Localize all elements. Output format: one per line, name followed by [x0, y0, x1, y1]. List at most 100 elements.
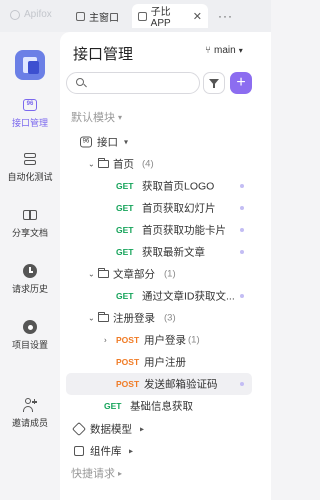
tab-label: 子比APP — [150, 7, 171, 29]
apifox-logo-icon — [10, 9, 20, 20]
folder-icon — [98, 158, 109, 168]
method-badge: GET — [116, 181, 134, 191]
tree-folder[interactable]: ⌄ 首页 (4) — [66, 153, 252, 175]
method-badge: GET — [116, 203, 134, 213]
search-field[interactable] — [89, 76, 189, 90]
status-dot — [240, 382, 244, 386]
method-badge: GET — [104, 401, 122, 411]
folder-name: 注册登录 — [113, 312, 155, 325]
sidebar-item-automated-testing[interactable]: 自动化测试 — [0, 152, 60, 183]
status-dot — [240, 184, 244, 188]
book-icon — [23, 208, 37, 222]
api-badge-icon: 96 — [80, 136, 92, 148]
api-name: 用户注册 — [144, 356, 186, 369]
sidebar-item-share-docs[interactable]: 分享文档 — [0, 208, 60, 239]
sidebar-rail: 96 接口管理 自动化测试 分享文档 请求历史 项目设置 邀请成员 — [0, 32, 60, 500]
tab-bar: Apifox 主窗口 子比APP ✕ ··· — [0, 0, 271, 32]
clock-icon — [23, 264, 37, 278]
api-item[interactable]: GET 获取首页LOGO — [66, 175, 252, 197]
api-name: 首页获取幻灯片 — [142, 202, 216, 215]
section-label: 快捷请求 — [71, 468, 115, 480]
item-count: (4) — [142, 158, 154, 170]
method-badge: POST — [116, 379, 140, 389]
default-module-selector[interactable]: 默认模块 ▾ — [71, 109, 122, 125]
folder-icon — [98, 268, 109, 278]
api-name: 用户登录 — [144, 334, 186, 347]
search-icon — [76, 78, 84, 86]
quick-request-section[interactable]: 快捷请求 ▸ — [71, 465, 122, 481]
chevron-down-icon: ⌄ — [88, 159, 95, 169]
method-badge: GET — [116, 225, 134, 235]
file-icon — [138, 11, 147, 21]
tree-root[interactable]: 96 接口 ▾ — [66, 131, 252, 153]
api-name: 发送邮箱验证码 — [144, 378, 218, 391]
add-button[interactable]: + — [230, 72, 252, 94]
chevron-down-icon: ▾ — [118, 112, 123, 122]
chevron-down-icon: ▾ — [124, 137, 129, 147]
api-item[interactable]: GET 首页获取功能卡片 — [66, 219, 252, 241]
chevron-right-icon: ▸ — [140, 424, 145, 434]
api-item[interactable]: GET 获取最新文章 — [66, 241, 252, 263]
more-tabs-button[interactable]: ··· — [218, 9, 233, 23]
tab-label: 主窗口 — [89, 12, 119, 24]
sidebar-item-request-history[interactable]: 请求历史 — [0, 264, 60, 295]
sidebar-item-invite-members[interactable]: 邀请成员 — [0, 398, 60, 429]
sidebar-item-project-settings[interactable]: 项目设置 — [0, 320, 60, 351]
item-count: (1) — [164, 268, 176, 280]
branch-name: main — [214, 45, 236, 56]
chevron-right-icon: ▸ — [118, 468, 123, 478]
sidebar-item-label: 自动化测试 — [7, 172, 53, 182]
search-input[interactable] — [66, 72, 200, 94]
method-badge: GET — [116, 247, 134, 257]
api-name: 基础信息获取 — [130, 400, 193, 413]
branch-selector[interactable]: ⑂ main ▾ — [205, 45, 243, 56]
chevron-down-icon: ▾ — [238, 46, 243, 55]
chevron-right-icon: ▸ — [129, 446, 134, 456]
sidebar-item-label: 项目设置 — [11, 340, 48, 350]
tree-folder[interactable]: ⌄ 文章部分 (1) — [66, 263, 252, 285]
api-badge-icon: 96 — [23, 98, 37, 112]
api-item-selected[interactable]: POST 发送邮箱验证码 — [66, 373, 252, 395]
api-name: 首页获取功能卡片 — [142, 224, 226, 237]
status-dot — [240, 294, 244, 298]
component-icon — [74, 446, 84, 456]
tree-root-label: 接口 — [97, 136, 118, 149]
sidebar-item-api-management[interactable]: 96 接口管理 — [0, 98, 60, 129]
api-group[interactable]: › POST 用户登录 (1) — [66, 329, 252, 351]
close-icon[interactable]: ✕ — [193, 10, 202, 23]
tab-project[interactable]: 子比APP ✕ — [132, 4, 208, 29]
api-item[interactable]: GET 通过文章ID获取文... — [66, 285, 252, 307]
tab-main-window[interactable]: 主窗口 — [76, 6, 119, 26]
tree-folder[interactable]: ⌄ 注册登录 (3) — [66, 307, 252, 329]
project-icon-shape — [28, 61, 39, 74]
cube-icon — [71, 421, 87, 437]
section-label: 数据模型 — [90, 423, 132, 436]
sidebar-item-label: 请求历史 — [11, 284, 48, 294]
status-dot — [240, 206, 244, 210]
api-name: 获取最新文章 — [142, 246, 205, 259]
api-name: 获取首页LOGO — [142, 180, 215, 193]
api-panel: 接口管理 ⑂ main ▾ + 默认模块 ▾ 96 接口 ▾ ⌄ 首页 (4) … — [60, 32, 271, 500]
section-label: 组件库 — [90, 445, 122, 458]
filter-icon-stem — [213, 84, 215, 88]
method-badge: GET — [116, 291, 134, 301]
filter-button[interactable] — [203, 72, 225, 94]
components-section[interactable]: 组件库 ▸ — [66, 440, 252, 462]
branch-icon: ⑂ — [205, 45, 211, 56]
item-count: (3) — [164, 312, 176, 324]
folder-icon — [98, 312, 109, 322]
chevron-down-icon: ⌄ — [88, 269, 95, 279]
api-item[interactable]: GET 基础信息获取 — [66, 395, 252, 417]
app-logo: Apifox — [10, 9, 52, 20]
status-dot — [240, 250, 244, 254]
sidebar-item-label: 分享文档 — [11, 228, 48, 238]
method-badge: POST — [116, 335, 140, 345]
folder-name: 首页 — [113, 158, 134, 171]
project-icon[interactable] — [15, 50, 45, 80]
layers-icon — [23, 152, 37, 166]
item-count: (1) — [188, 334, 200, 346]
sidebar-item-label: 接口管理 — [11, 118, 48, 128]
api-item[interactable]: POST 用户注册 — [66, 351, 252, 373]
api-item[interactable]: GET 首页获取幻灯片 — [66, 197, 252, 219]
data-model-section[interactable]: 数据模型 ▸ — [66, 418, 252, 440]
